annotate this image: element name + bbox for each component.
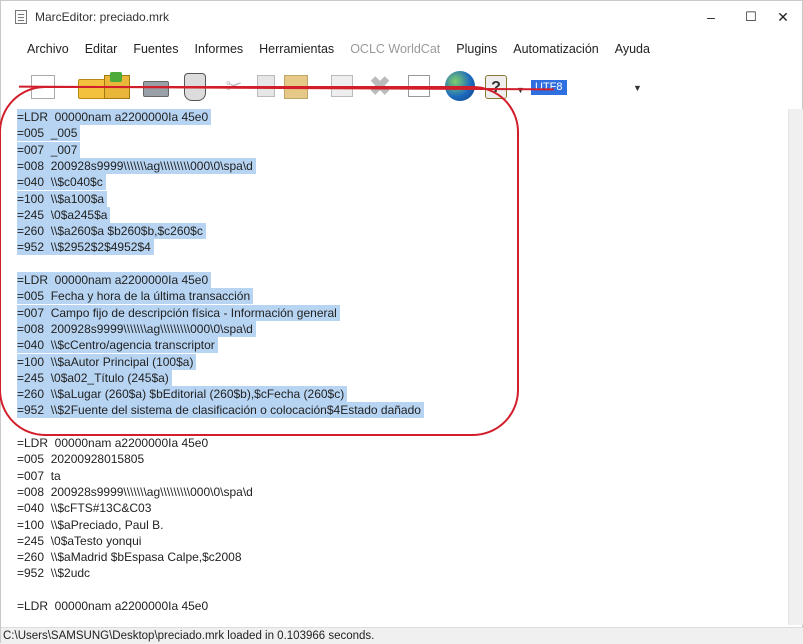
title-bar[interactable]: MarcEditor: preciado.mrk – ☐ ✕: [1, 1, 802, 33]
editor-line[interactable]: =007 ta: [17, 468, 61, 484]
menu-editar[interactable]: Editar: [77, 42, 126, 56]
minimize-button[interactable]: –: [691, 3, 731, 31]
menu-fuentes[interactable]: Fuentes: [125, 42, 186, 56]
editor-line[interactable]: =952 \\$2Fuente del sistema de clasifica…: [17, 402, 424, 419]
menu-archivo[interactable]: Archivo: [1, 42, 77, 56]
window-title: MarcEditor: preciado.mrk: [35, 10, 170, 24]
menu-plugins[interactable]: Plugins: [448, 42, 505, 56]
editor-line[interactable]: =LDR 00000nam a2200000Ia 45e0: [17, 109, 212, 125]
editor-line[interactable]: =952 \\$2udc: [17, 565, 90, 581]
globe-icon[interactable]: [445, 71, 475, 101]
editor-line[interactable]: =LDR 00000nam a2200000Ia 45e0: [17, 435, 208, 451]
editor-line[interactable]: =008 200928s9999\\\\\\\ag\\\\\\\\\000\0\…: [17, 484, 253, 500]
editor-line[interactable]: =040 \\$cFTS#13C&C03: [17, 500, 151, 516]
find-icon[interactable]: [408, 75, 430, 97]
editor-line[interactable]: =008 200928s9999\\\\\\\ag\\\\\\\\\000\0\…: [17, 320, 256, 337]
editor-line[interactable]: =245 \0$a02_Título (245$a): [17, 369, 172, 386]
editor-line[interactable]: =008 200928s9999\\\\\\\ag\\\\\\\\\000\0\…: [17, 157, 256, 174]
editor-line[interactable]: =LDR 00000nam a2200000Ia 45e0: [17, 598, 208, 614]
editor-line[interactable]: =100 \\$a100$a: [17, 190, 108, 207]
chevron-down-icon[interactable]: ▼: [633, 83, 642, 93]
editor-line[interactable]: =100 \\$aPreciado, Paul B.: [17, 517, 163, 533]
menu-oclc-worldcat[interactable]: OCLC WorldCat: [342, 42, 448, 56]
open-folder-icon[interactable]: [78, 79, 106, 99]
editor-line[interactable]: =005 _005: [17, 125, 81, 142]
delete-icon[interactable]: ✖: [367, 73, 393, 99]
vertical-scrollbar[interactable]: [788, 109, 803, 625]
record-text-editor[interactable]: =LDR 00000nam a2200000Ia 45e0 =005 _005 =0…: [13, 109, 788, 625]
editor-line[interactable]: =005 20200928015805: [17, 451, 144, 467]
editor-line[interactable]: =LDR 00000nam a2200000Ia 45e0: [17, 272, 212, 288]
editor-line[interactable]: =040 \\$cCentro/agencia transcriptor: [17, 337, 218, 354]
editor-line[interactable]: =005 Fecha y hora de la última transacci…: [17, 288, 254, 305]
menu-bar: Archivo Editar Fuentes Informes Herramie…: [1, 37, 802, 61]
menu-herramientas[interactable]: Herramientas: [251, 42, 342, 56]
editor-line[interactable]: =100 \\$aAutor Principal (100$a): [17, 353, 197, 370]
editor-line[interactable]: =260 \\$aLugar (260$a) $bEditorial (260$…: [17, 386, 348, 403]
editor-line[interactable]: =040 \\$c040$c: [17, 174, 106, 191]
editor-line[interactable]: =245 \0$aTesto yonqui: [17, 533, 141, 549]
help-icon[interactable]: ?: [485, 75, 507, 99]
menu-ayuda[interactable]: Ayuda: [607, 42, 658, 56]
document-icon: [15, 10, 27, 24]
status-bar: C:\Users\SAMSUNG\Desktop\preciado.mrk lo…: [1, 627, 803, 644]
marceditor-window: MarcEditor: preciado.mrk – ☐ ✕ Archivo E…: [0, 0, 803, 644]
editor-line[interactable]: =245 \0$a245$a: [17, 206, 111, 223]
editor-line[interactable]: =007 _007: [17, 141, 81, 158]
insert-icon[interactable]: [331, 75, 353, 97]
editor-line[interactable]: =260 \\$a260$a $b260$b,$c260$c: [17, 223, 206, 240]
close-button[interactable]: ✕: [763, 3, 803, 31]
editor-line[interactable]: =260 \\$aMadrid $bEspasa Calpe,$c2008: [17, 549, 242, 565]
menu-informes[interactable]: Informes: [187, 42, 252, 56]
menu-automatizacion[interactable]: Automatización: [505, 42, 606, 56]
print-icon[interactable]: [143, 81, 169, 97]
editor-line[interactable]: =952 \\$2952$2$4952$4: [17, 239, 154, 256]
editor-line[interactable]: =007 Campo fijo de descripción física - …: [17, 304, 340, 321]
